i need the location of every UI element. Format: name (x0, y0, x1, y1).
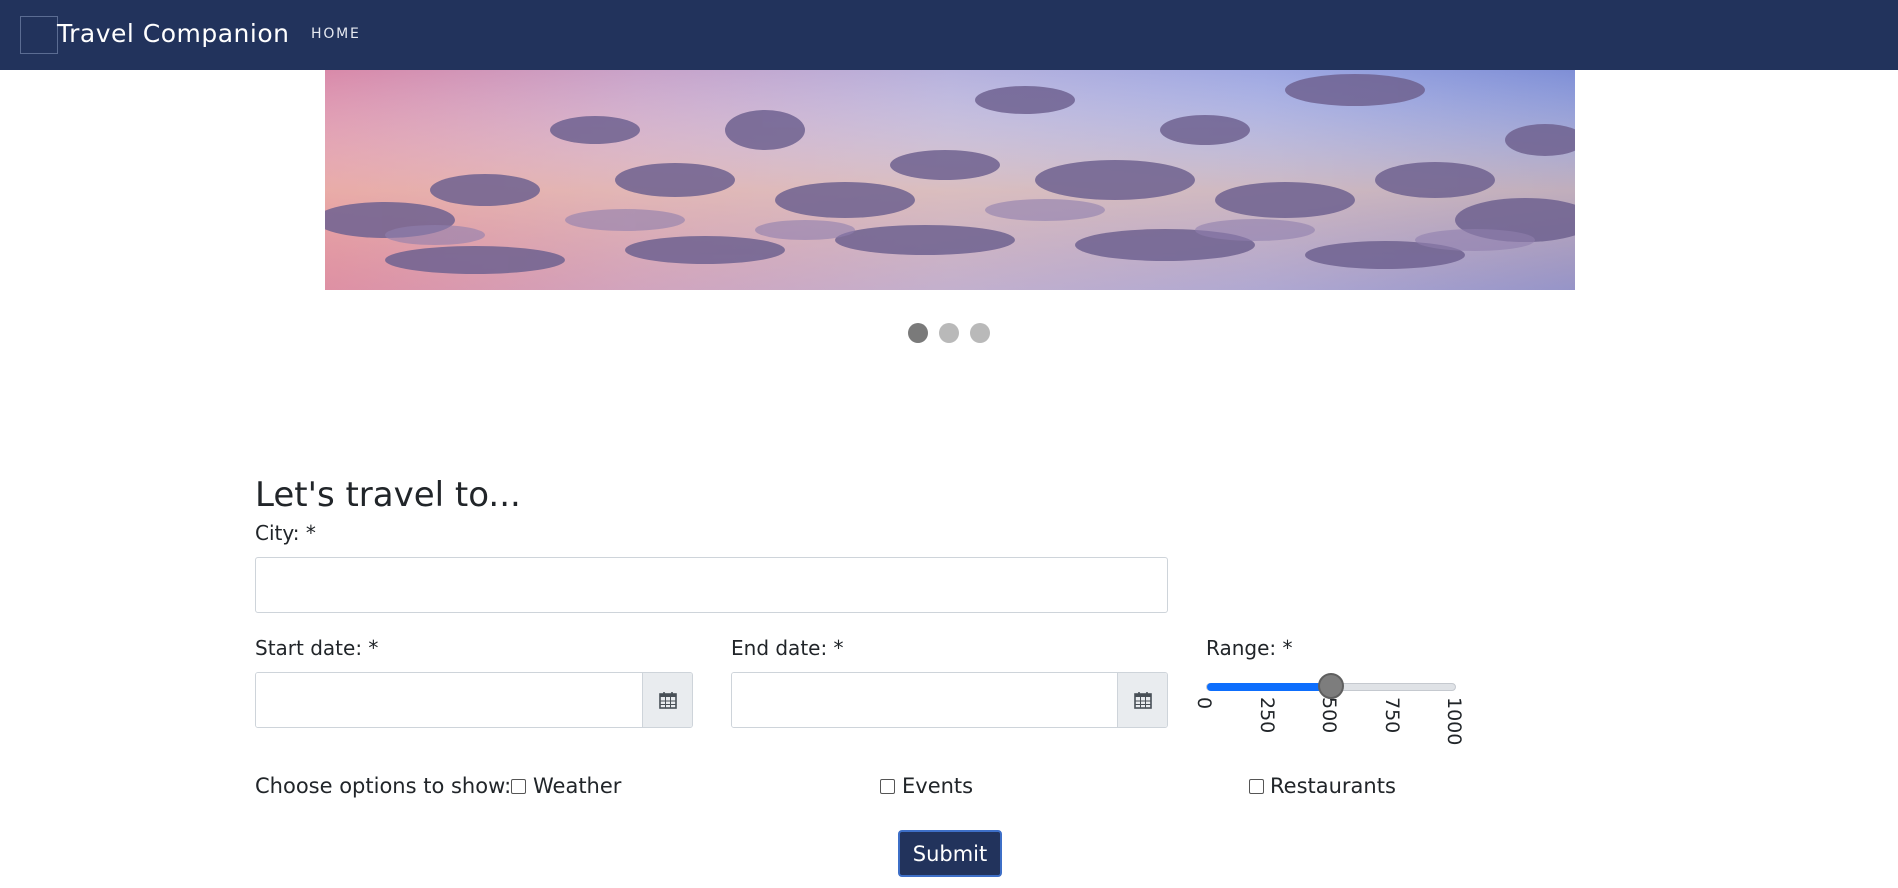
weather-checkbox[interactable] (511, 779, 526, 794)
hero-carousel-image (325, 70, 1575, 290)
range-tick-label: 500 (1318, 697, 1340, 734)
end-date-input[interactable] (732, 673, 1117, 727)
carousel-indicator-1[interactable] (908, 323, 928, 343)
top-navbar: Travel Companion HOME (0, 0, 1898, 70)
carousel-indicator-2[interactable] (939, 323, 959, 343)
brand-logo-icon[interactable] (20, 16, 58, 54)
form-title: Let's travel to... (255, 475, 521, 515)
submit-button[interactable]: Submit (898, 830, 1002, 877)
calendar-icon (1133, 692, 1152, 709)
carousel-indicators (908, 323, 990, 343)
restaurants-checkbox-label: Restaurants (1270, 774, 1396, 798)
range-slider-fill (1207, 683, 1332, 691)
range-tick-label: 0 (1193, 697, 1215, 710)
events-checkbox-label: Events (902, 774, 974, 798)
range-tick-label: 750 (1380, 697, 1403, 734)
end-date-label: End date: * (731, 636, 844, 660)
weather-checkbox-label: Weather (533, 774, 622, 798)
restaurants-checkbox[interactable] (1249, 779, 1264, 794)
city-label: City: * (255, 521, 316, 545)
start-date-calendar-button[interactable] (642, 673, 692, 727)
start-date-label: Start date: * (255, 636, 379, 660)
calendar-icon (658, 692, 677, 709)
start-date-group (255, 672, 693, 728)
brand-name[interactable]: Travel Companion (57, 19, 290, 48)
range-tick-label: 250 (1255, 697, 1278, 734)
range-label: Range: * (1206, 636, 1293, 660)
nav-link-home[interactable]: HOME (311, 26, 361, 42)
options-label: Choose options to show: (255, 774, 512, 798)
start-date-input[interactable] (256, 673, 642, 727)
events-checkbox[interactable] (880, 779, 895, 794)
range-slider-thumb[interactable] (1318, 673, 1344, 699)
city-input[interactable] (255, 557, 1168, 613)
carousel-indicator-3[interactable] (970, 323, 990, 343)
end-date-calendar-button[interactable] (1117, 673, 1167, 727)
end-date-group (731, 672, 1168, 728)
range-tick-label: 1000 (1443, 697, 1465, 746)
